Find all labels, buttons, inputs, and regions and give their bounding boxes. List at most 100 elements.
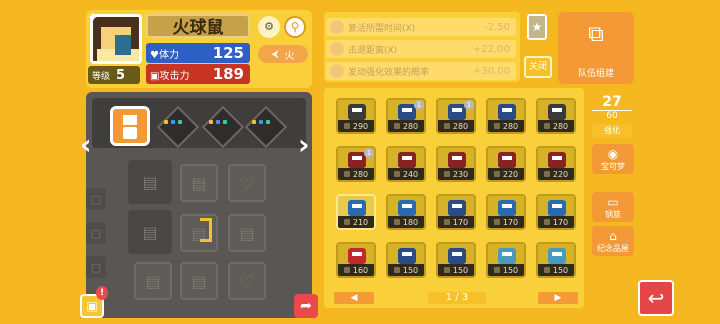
stone-slot[interactable]: ▤ — [228, 214, 266, 252]
pokemon-box-item[interactable]: 170 — [486, 194, 526, 230]
effect-icon — [330, 20, 344, 34]
team-build-button[interactable]: ⧉ 队伍组建 — [558, 12, 634, 84]
pokemon-box-item[interactable]: 1 280 — [386, 98, 426, 134]
pokemon-box-item[interactable]: 280 — [486, 98, 526, 134]
pokemon-box-item[interactable]: 160 — [336, 242, 376, 278]
pokemon-box-item[interactable]: 220 — [486, 146, 526, 182]
slot-indicators — [209, 120, 227, 124]
alert-icon: ! — [96, 286, 108, 300]
back-arrow-icon[interactable]: ↩ — [638, 280, 674, 316]
heart-icon: ♥ — [150, 49, 159, 61]
pokemon-box-item[interactable]: 150 — [536, 242, 576, 278]
selection-bracket — [200, 218, 212, 242]
power-value: 170 — [452, 217, 469, 227]
gallery-button[interactable]: ⌂ 纪念品屋 — [592, 226, 634, 256]
prev-page-button[interactable]: ◀ — [334, 292, 374, 304]
pokemon-box-item[interactable]: 1 280 — [436, 98, 476, 134]
power-value: 240 — [402, 169, 419, 179]
power-value: 280 — [402, 121, 419, 131]
expand-box-button[interactable]: 强化 — [592, 124, 632, 138]
pokemon-button[interactable]: ◉ 宝可梦 — [592, 144, 634, 174]
power-value: 290 — [352, 121, 369, 131]
level-value: 5 — [116, 67, 126, 83]
next-page-button[interactable]: ▶ — [538, 292, 578, 304]
power-value: 280 — [452, 121, 469, 131]
effect-row: 击退距离(X) +22.00 — [326, 40, 516, 58]
side-slot[interactable]: ▢ — [86, 256, 106, 278]
pokemon-box-item[interactable]: 210 — [336, 194, 376, 230]
power-value: 160 — [352, 265, 369, 275]
effect-label: 发动强化效果的概率 — [348, 67, 430, 78]
effect-value: -2.50 — [484, 21, 510, 33]
stone-slot[interactable]: ▤ — [128, 210, 172, 254]
power-value: 150 — [502, 265, 519, 275]
power-value: 150 — [552, 265, 569, 275]
effect-label: 复活所需时间(X) — [348, 23, 416, 34]
stone-slot[interactable]: ▤ — [180, 214, 218, 252]
share-icon[interactable]: ➦ — [294, 294, 318, 318]
slot-indicators — [252, 120, 270, 124]
pokemon-box-item[interactable]: 170 — [436, 194, 476, 230]
level-label: 等级 — [92, 71, 111, 82]
stone-slot[interactable]: ▤ — [128, 160, 172, 204]
effect-label: 击退距离(X) — [348, 45, 398, 56]
pokemon-box-item[interactable]: 220 — [536, 146, 576, 182]
favorite-star-icon[interactable]: ★ — [527, 14, 547, 40]
power-value: 280 — [352, 169, 369, 179]
pokemon-box-item[interactable]: 170 — [536, 194, 576, 230]
stone-slot[interactable]: ♡ — [228, 164, 266, 202]
stone-slot[interactable]: ▤ — [180, 262, 218, 300]
pot-icon: ▭ — [607, 194, 619, 209]
effect-icon — [330, 64, 344, 78]
pokemon-box-item[interactable]: 150 — [486, 242, 526, 278]
pokemon-box-item[interactable]: 180 — [386, 194, 426, 230]
page-indicator: 1 / 3 — [428, 292, 486, 304]
cook-button-label: 锅篮 — [605, 209, 621, 219]
stone-slot[interactable]: ▤ — [180, 164, 218, 202]
side-slot[interactable]: ▢ — [86, 222, 106, 244]
power-value: 280 — [552, 121, 569, 131]
pokemon-box-item[interactable]: 290 — [336, 98, 376, 134]
effect-row: 发动强化效果的概率 +30.00 — [326, 62, 516, 80]
chevron-right-icon[interactable]: › — [298, 128, 310, 161]
attack-stat: ▣攻击力 189 — [146, 64, 250, 84]
team-build-label: 队伍组建 — [577, 69, 614, 79]
search-icon[interactable]: ⚲ — [284, 16, 306, 38]
pokemon-box-item[interactable]: 1 280 — [336, 146, 376, 182]
box-count-max: 60 — [606, 111, 618, 121]
pokemon-box-item[interactable]: 230 — [436, 146, 476, 182]
power-value: 230 — [452, 169, 469, 179]
stone-slot[interactable]: ♡ — [228, 262, 266, 300]
type-icon: ⮜ — [271, 48, 279, 60]
power-value: 220 — [502, 169, 519, 179]
settings-gear-icon[interactable]: ⚙ — [258, 16, 280, 38]
attack-label: 攻击力 — [159, 70, 190, 82]
power-value: 170 — [552, 217, 569, 227]
power-value: 150 — [402, 265, 419, 275]
pokemon-box-item[interactable]: 150 — [386, 242, 426, 278]
stone-slot[interactable]: ▤ — [134, 262, 172, 300]
pokemon-button-label: 宝可梦 — [601, 161, 625, 171]
box-count-current: 27 — [592, 94, 632, 111]
side-slot[interactable]: ▢ — [86, 188, 106, 210]
attack-value: 189 — [212, 65, 244, 83]
pokemon-box-item[interactable]: 150 — [436, 242, 476, 278]
pokemon-name: 火球鼠 — [146, 14, 250, 38]
team-build-icon: ⧉ — [588, 22, 604, 47]
level-badge: 1 — [464, 100, 474, 110]
level-badge: 1 — [364, 148, 374, 158]
level-badge: 1 — [414, 100, 424, 110]
pager: ◀ 1 / 3 ▶ — [334, 292, 580, 306]
pokemon-box-item[interactable]: 280 — [536, 98, 576, 134]
power-value: 180 — [402, 217, 419, 227]
chevron-left-icon[interactable]: ‹ — [80, 128, 92, 161]
slot-indicators — [164, 120, 182, 124]
power-value: 210 — [352, 217, 369, 227]
gallery-button-label: 纪念品屋 — [597, 243, 629, 253]
active-move-slot[interactable] — [110, 106, 150, 146]
pokemon-box-item[interactable]: 240 — [386, 146, 426, 182]
cook-button[interactable]: ▭ 锅篮 — [592, 192, 634, 222]
hp-stat: ♥体力 125 — [146, 43, 250, 63]
close-button[interactable]: 关闭 — [524, 56, 552, 78]
type-label: 火 — [284, 50, 295, 62]
